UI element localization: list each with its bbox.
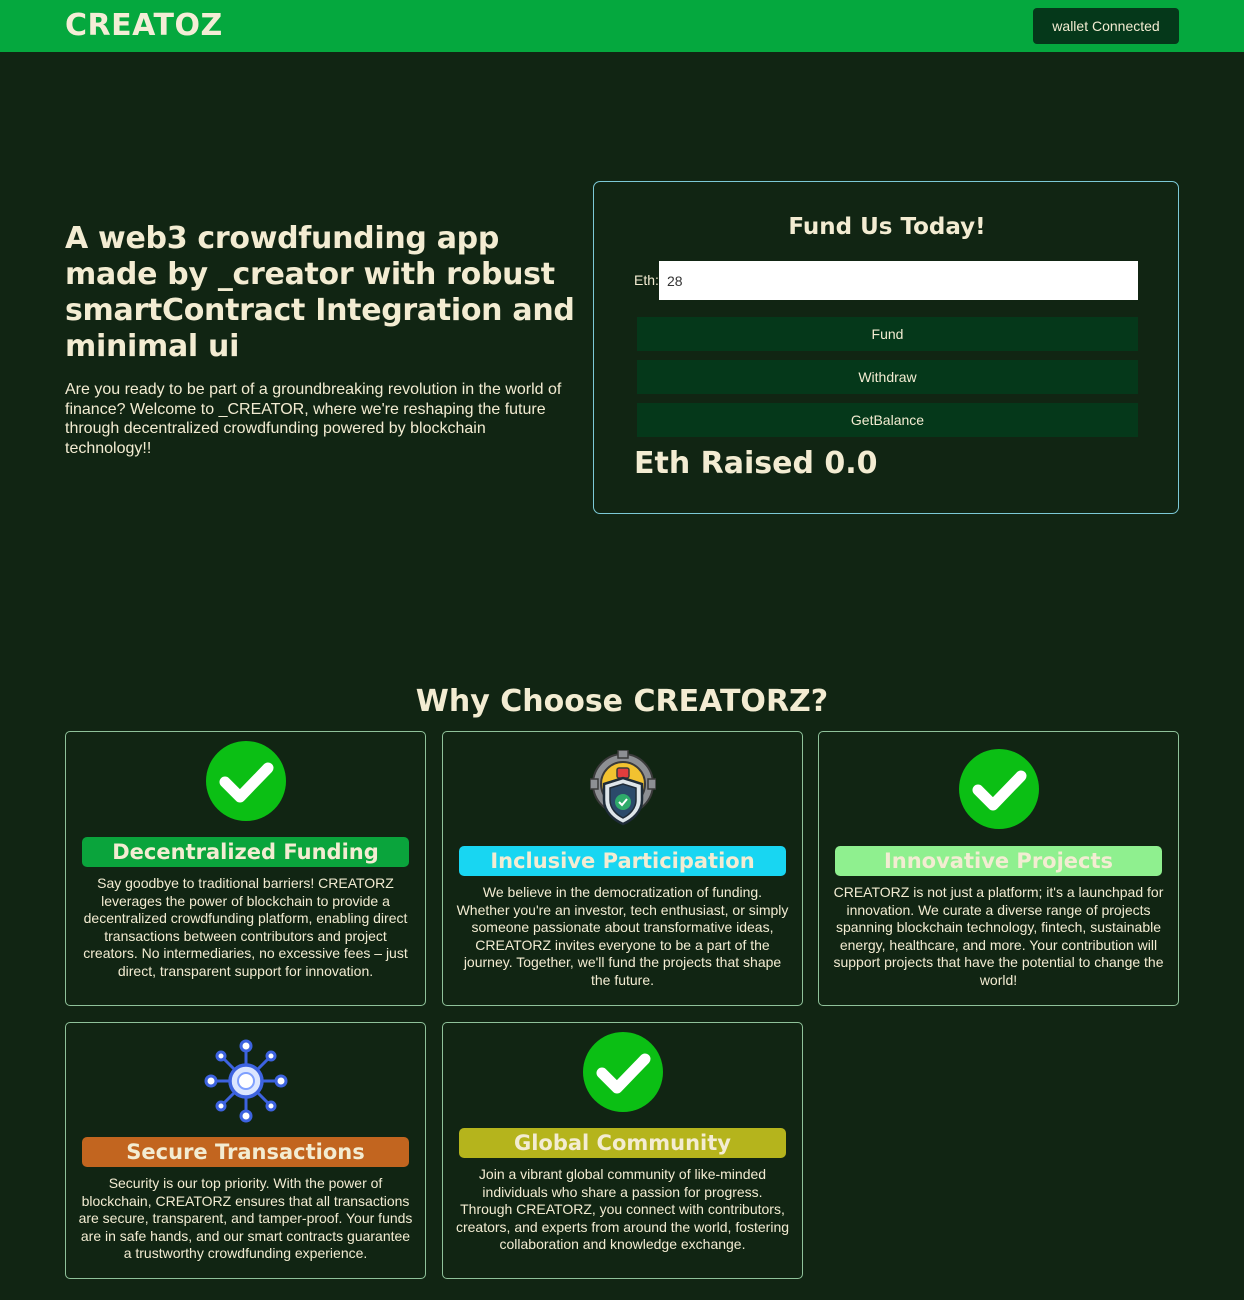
feature-description: Join a vibrant global community of like-… [455,1166,790,1252]
top-navbar: CREATOZ wallet Connected [0,0,1244,52]
feature-card-innovative-projects: Innovative Projects CREATORZ is not just… [818,731,1179,1006]
security-shield-icon [588,749,657,832]
checkmark-icon [582,1031,664,1117]
feature-description: Security is our top priority. With the p… [78,1175,413,1261]
feature-label: Secure Transactions [82,1137,409,1167]
brand-logo[interactable]: CREATOZ [65,8,223,43]
feature-card-secure-transactions: Secure Transactions Security is our top … [65,1022,426,1279]
features-title: Why Choose CREATORZ? [415,684,829,719]
fund-card: Fund Us Today! Eth: Fund Withdraw GetBal… [593,181,1179,514]
feature-label: Decentralized Funding [82,837,409,867]
feature-label: Innovative Projects [835,846,1162,876]
feature-label: Global Community [459,1128,786,1158]
feature-description: CREATORZ is not just a platform; it's a … [833,884,1164,988]
checkmark-icon [958,748,1040,834]
eth-amount-input[interactable] [659,261,1138,300]
hero-title: A web3 crowdfunding app made by _creator… [65,221,575,364]
eth-raised: Eth Raised 0.0 [634,446,878,481]
eth-raised-label: Eth Raised [634,446,814,481]
wallet-connected-button[interactable]: wallet Connected [1033,8,1179,44]
feature-card-global-community: Global Community Join a vibrant global c… [442,1022,803,1279]
fund-card-title: Fund Us Today! [788,214,986,240]
withdraw-button[interactable]: Withdraw [637,360,1138,394]
feature-description: We believe in the democratization of fun… [456,884,789,988]
feature-label: Inclusive Participation [459,846,786,876]
eth-input-label: Eth: [634,272,659,288]
feature-card-decentralized-funding: Decentralized Funding Say goodbye to tra… [65,731,426,1006]
get-balance-button[interactable]: GetBalance [637,403,1138,437]
feature-description: Say goodbye to traditional barriers! CRE… [83,875,408,979]
feature-card-inclusive-participation: Inclusive Participation We believe in th… [442,731,803,1006]
checkmark-icon [205,740,287,826]
hero-description: Are you ready to be part of a groundbrea… [65,381,562,457]
fund-button[interactable]: Fund [637,317,1138,351]
network-nodes-icon [204,1039,288,1127]
eth-raised-value: 0.0 [824,446,878,481]
